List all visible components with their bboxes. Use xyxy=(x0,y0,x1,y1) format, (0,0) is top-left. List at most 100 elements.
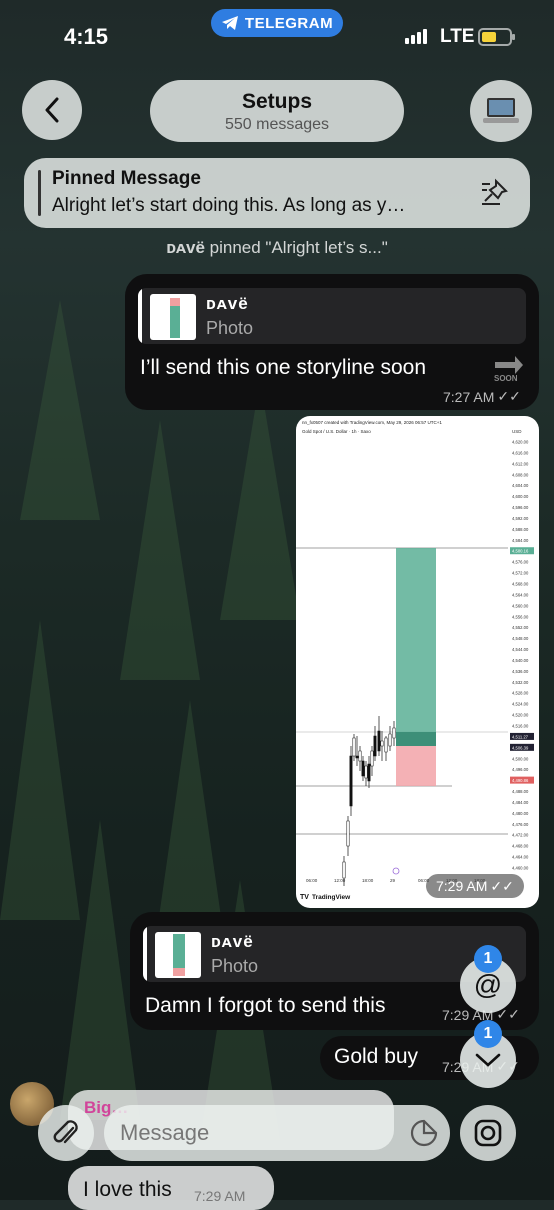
candle-body xyxy=(388,733,392,747)
price-tick: 4,516.00 xyxy=(512,724,529,729)
reply-preview[interactable]: ᴅᴀᴠë Photo xyxy=(138,288,526,344)
candle-body xyxy=(384,737,388,753)
candle-body xyxy=(367,763,371,782)
candle-body xyxy=(380,740,384,747)
back-button[interactable] xyxy=(22,80,82,140)
price-tick: 4,506.39 xyxy=(512,745,529,750)
chart-symbol: Gold Spot / U.S. Dollar · 1h · Saxo xyxy=(302,429,371,434)
price-tick: 4,548.00 xyxy=(512,636,529,641)
time-tick: 29 xyxy=(390,878,396,883)
reply-label: Photo xyxy=(206,318,254,338)
chart-image: nn_fx0507 created with TradingView.com, … xyxy=(296,420,534,901)
price-tick: 4,532.00 xyxy=(512,680,529,685)
chat-title: Setups xyxy=(241,90,312,113)
service-sender: ᴅᴀᴠë xyxy=(166,238,205,257)
price-tick: 4,568.00 xyxy=(512,582,529,587)
chevron-left-icon xyxy=(45,97,59,123)
price-tick: 4,584.00 xyxy=(512,538,529,543)
incoming-time: 7:29 AM xyxy=(194,1188,246,1204)
price-tick: 4,552.00 xyxy=(512,625,529,630)
candle-body xyxy=(364,765,368,779)
price-tick: 4,556.00 xyxy=(512,614,529,619)
price-tick: 4,500.00 xyxy=(512,756,529,761)
time-tick: 12:00 xyxy=(334,878,346,883)
pinned-text: Alright let’s start doing this. As long … xyxy=(52,195,406,216)
price-tick: 4,560.00 xyxy=(512,603,529,608)
photo-time: 7:29 AM xyxy=(436,878,488,894)
message-meta: 7:27 AM ✓✓ xyxy=(443,388,521,405)
candle-body xyxy=(349,755,353,807)
price-tick: 4,540.00 xyxy=(512,658,529,663)
message-placeholder: Message xyxy=(120,1120,210,1145)
laptop-icon xyxy=(483,98,519,123)
price-tick: 4,620.00 xyxy=(512,440,529,445)
price-tick: 4,520.00 xyxy=(512,713,529,718)
camera-button[interactable] xyxy=(460,1105,516,1161)
price-tick: 4,616.00 xyxy=(512,450,529,455)
tradingview-watermark: TradingView xyxy=(312,894,351,901)
price-tick: 4,511.27 xyxy=(512,734,529,739)
price-tick: 4,596.00 xyxy=(512,505,529,510)
network-label: LTE xyxy=(440,26,475,47)
service-message: ᴅᴀᴠë pinned "Alright let’s s..." xyxy=(0,238,554,258)
pinned-label: Pinned Message xyxy=(52,168,201,189)
arrow-soon-icon: SOON xyxy=(494,356,523,382)
price-tick: 4,580.16 xyxy=(512,549,529,554)
telegram-icon xyxy=(221,16,238,30)
price-tick: 4,496.00 xyxy=(512,767,529,772)
chat-subtitle: 550 messages xyxy=(224,116,330,133)
photo-message[interactable]: nn_fx0507 created with TradingView.com, … xyxy=(296,416,539,908)
chat-title-pill[interactable]: Setups 550 messages xyxy=(150,80,404,142)
price-tick: 4,572.00 xyxy=(512,571,529,576)
candle-body xyxy=(346,820,350,847)
status-time: 4:15 xyxy=(64,24,109,49)
telegram-pill[interactable]: TELEGRAM xyxy=(211,9,343,37)
price-tick: 4,604.00 xyxy=(512,483,529,488)
incoming-bubble[interactable]: I love this 7:29 AM xyxy=(68,1166,274,1210)
reply-thumbnail xyxy=(155,932,201,978)
candle-body xyxy=(392,727,396,739)
candle-body xyxy=(370,750,374,767)
price-tick: 4,464.00 xyxy=(512,855,529,860)
price-tick: 4,612.00 xyxy=(512,461,529,466)
sticker-icon[interactable] xyxy=(410,1119,438,1147)
status-bar: 4:15 TELEGRAM LTE xyxy=(0,0,554,70)
time-tick: 18:00 xyxy=(362,878,374,883)
price-tick: 4,608.00 xyxy=(512,472,529,477)
read-checks-icon: ✓✓ xyxy=(490,877,514,894)
pin-list-icon[interactable] xyxy=(480,178,510,206)
price-tick: 4,480.00 xyxy=(512,811,529,816)
reply-label: Photo xyxy=(211,956,259,976)
price-tick: 4,472.00 xyxy=(512,833,529,838)
candle-body xyxy=(355,755,359,759)
reply-sender: ᴅᴀᴠë xyxy=(211,932,254,951)
candle-body xyxy=(361,760,365,777)
message-time: 7:27 AM xyxy=(443,388,495,405)
battery-icon xyxy=(478,28,515,46)
price-tick: 4,600.00 xyxy=(512,494,529,499)
message-input[interactable]: Message xyxy=(104,1105,450,1161)
message-text: I’ll send this one storyline soon xyxy=(140,356,426,379)
price-tick: 4,544.00 xyxy=(512,647,529,652)
price-tick: 4,588.00 xyxy=(512,527,529,532)
price-tick: 4,476.00 xyxy=(512,822,529,827)
attach-button[interactable] xyxy=(38,1105,94,1161)
chart-currency: USD xyxy=(512,429,522,434)
message-bubble[interactable]: ᴅᴀᴠë Photo I’ll send this one storyline … xyxy=(125,274,539,410)
candle-body xyxy=(342,861,346,879)
pinned-message-bar[interactable]: Pinned Message Alright let’s start doing… xyxy=(24,158,530,228)
signal-icon xyxy=(405,29,427,44)
price-tick: 4,460.00 xyxy=(512,866,529,871)
mentions-badge: 1 xyxy=(474,945,502,973)
reply-sender: ᴅᴀᴠë xyxy=(206,294,249,313)
price-tick: 4,536.00 xyxy=(512,669,529,674)
price-tick: 4,564.00 xyxy=(512,592,529,597)
instagram-camera-icon xyxy=(474,1119,502,1147)
read-checks-icon: ✓✓ xyxy=(497,388,521,404)
paperclip-icon xyxy=(53,1120,78,1144)
take-profit-zone xyxy=(396,548,436,732)
chat-avatar[interactable] xyxy=(470,80,532,142)
chart-header: nn_fx0507 created with TradingView.com, … xyxy=(302,420,442,425)
photo-meta: 7:29 AM ✓✓ xyxy=(426,874,524,898)
message-text: Gold buy xyxy=(334,1045,419,1068)
